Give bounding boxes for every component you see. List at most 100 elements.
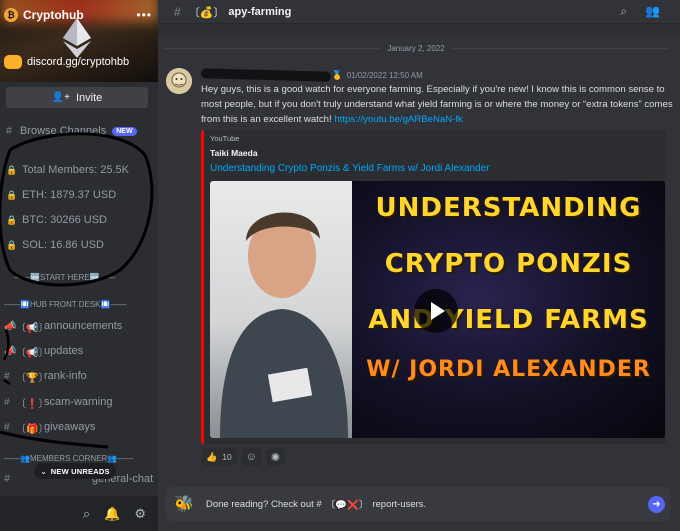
hashtag-icon: #	[4, 473, 11, 485]
stat-channel-eth[interactable]: 🔒 ETH: 1879.37 USD	[6, 187, 116, 203]
separator-line	[450, 47, 668, 49]
play-icon	[431, 302, 445, 320]
add-reaction-button[interactable]: ☺	[240, 448, 262, 466]
stat-label: SOL: 16.86 USD	[22, 239, 104, 251]
arrow-right-icon: ➜	[652, 499, 661, 510]
thumbnail-line-1: UNDERSTANDING	[375, 193, 642, 223]
channel-giveaways[interactable]: # 〔🎁〕 giveaways	[4, 418, 154, 436]
stat-channel-members[interactable]: 🔒 Total Members: 25.5K	[6, 162, 129, 178]
server-menu-icon[interactable]: •••	[136, 8, 152, 22]
youtube-embed: YouTube Taiki Maeda Understanding Crypto…	[201, 130, 666, 444]
super-reaction-icon: ✺	[270, 451, 281, 464]
channel-emoji: 〔💬❌〕	[325, 500, 369, 511]
browse-channels[interactable]: # Browse Channels NEW	[6, 123, 152, 139]
channel-label: scam-warning	[44, 396, 113, 408]
new-badge: NEW	[112, 126, 137, 136]
thumbnail-line-3: AND YIELD FARMS	[368, 305, 649, 335]
separator-line	[164, 47, 382, 49]
bell-icon[interactable]: 🔔	[104, 506, 120, 522]
lock-icon: 🔒	[6, 239, 18, 250]
header-actions: ⌕ 👥	[620, 4, 660, 19]
reaction-count: 10	[222, 452, 232, 462]
stat-channel-sol[interactable]: 🔒 SOL: 16.86 USD	[6, 237, 104, 253]
channel-announcements[interactable]: 📣 〔📢〕 announcements	[4, 317, 154, 335]
new-unreads-label: NEW UNREADS	[50, 466, 110, 476]
category-start-here[interactable]: ——🆕START HERE🆕——	[14, 271, 116, 283]
server-banner[interactable]: ₿ Cryptohub ••• discord.gg/cryptohbb	[0, 0, 158, 82]
category-hub-front-desk[interactable]: ——🛄HUB FRONT DESK🛄——	[4, 298, 126, 310]
chat-area: # 〔💰〕 apy-farming ⌕ 👥 January 2, 2022 yo…	[158, 0, 680, 531]
redacted-username[interactable]	[200, 68, 332, 82]
invite-label: Invite	[76, 91, 103, 104]
invite-button[interactable]: 👤+ Invite	[6, 87, 148, 108]
channel-sidebar: ₿ Cryptohub ••• discord.gg/cryptohbb 👤+ …	[0, 0, 158, 531]
composer-prompt: Done reading? Check out # 〔💬❌〕 report-us…	[206, 497, 426, 512]
composer-channel-link[interactable]: report-users.	[372, 499, 426, 510]
channel-label: rank-info	[44, 370, 87, 382]
channel-label: giveaways	[44, 421, 96, 433]
add-super-reaction-button[interactable]: ✺	[265, 448, 286, 466]
lock-icon: 🔒	[6, 164, 18, 175]
browse-channels-label: Browse Channels	[20, 125, 107, 137]
embed-author[interactable]: Taiki Maeda	[210, 148, 258, 158]
video-thumbnail[interactable]: UNDERSTANDING CRYPTO PONZIS AND YIELD FA…	[210, 181, 665, 438]
lock-icon: 🔒	[6, 214, 18, 225]
thumbnail-line-4: W/ JORDI ALEXANDER	[366, 357, 651, 382]
channel-emoji: 〔🎁〕	[16, 423, 49, 435]
channel-emoji: 〔🏆〕	[16, 372, 49, 384]
channel-emoji: 〔❗〕	[16, 398, 49, 410]
message-composer[interactable]: 🐝 Done reading? Check out # 〔💬❌〕 report-…	[166, 487, 671, 521]
role-badge-icon: 🥇	[331, 69, 343, 80]
user-toolbar: ⌕ 🔔 ⚙	[0, 496, 158, 531]
presenter-photo	[210, 181, 352, 438]
avatar[interactable]	[166, 68, 192, 94]
embed-provider: YouTube	[210, 134, 240, 143]
discord-link-text: discord.gg/cryptohbb	[27, 56, 130, 68]
message-header: you 🥇 01/02/2022 12:50 AM	[200, 68, 423, 82]
search-user-icon[interactable]: ⌕	[83, 506, 90, 522]
channel-emoji: 〔📢〕	[16, 322, 49, 334]
announcement-channel-icon: 📣	[4, 320, 17, 332]
message-content: Hey guys, this is a good watch for every…	[201, 82, 676, 127]
presenter-figure-icon	[220, 212, 348, 438]
channel-updates[interactable]: 📣 〔📢〕 updates	[4, 342, 154, 360]
play-button[interactable]	[414, 289, 458, 333]
channel-scam-warning[interactable]: # 〔❗〕 scam-warning	[4, 393, 154, 411]
stat-channel-btc[interactable]: 🔒 BTC: 30266 USD	[6, 212, 107, 228]
lock-icon: 🔒	[6, 189, 18, 200]
new-unreads-pill[interactable]: ⌄ NEW UNREADS	[34, 463, 116, 479]
channel-title: apy-farming	[228, 5, 292, 18]
chevron-down-icon: ⌄	[40, 466, 47, 476]
gear-icon[interactable]: ⚙	[134, 506, 146, 522]
date-label: January 2, 2022	[387, 43, 445, 53]
thumbnail-line-2: CRYPTO PONZIS	[384, 249, 633, 279]
hashtag-grid-icon: #	[6, 125, 13, 137]
send-button[interactable]: ➜	[648, 496, 665, 513]
stat-label: ETH: 1879.37 USD	[22, 189, 117, 201]
bot-mascot-icon: 🐝	[174, 496, 194, 513]
channel-emoji: 〔📢〕	[16, 347, 49, 359]
members-icon[interactable]: 👥	[645, 4, 660, 19]
channel-header: # 〔💰〕 apy-farming ⌕ 👥	[158, 0, 680, 24]
discord-invite-link: discord.gg/cryptohbb	[4, 55, 129, 69]
hashtag-icon: #	[4, 396, 10, 408]
hashtag-icon: #	[4, 421, 10, 433]
hashtag-icon: #	[4, 370, 10, 382]
stat-label: Total Members: 25.5K	[22, 164, 129, 176]
channel-rank-info[interactable]: # 〔🏆〕 rank-info	[4, 367, 154, 385]
reaction-thumbs-up[interactable]: 👍 10	[201, 448, 237, 466]
announcement-channel-icon: 📣	[4, 345, 17, 357]
embed-title-link[interactable]: Understanding Crypto Ponzis & Yield Farm…	[210, 163, 490, 174]
previous-message-stub	[158, 24, 680, 38]
channel-label: updates	[44, 345, 84, 357]
message-timestamp: 01/02/2022 12:50 AM	[346, 70, 423, 80]
ethereum-logo-icon	[63, 18, 91, 58]
stat-label: BTC: 30266 USD	[22, 214, 107, 226]
add-reaction-icon: ☺	[245, 451, 257, 463]
message-link[interactable]: https://youtu.be/gARBeNaN-fk	[334, 114, 463, 125]
add-user-icon: 👤+	[51, 92, 70, 103]
server-logo-icon: ₿	[4, 8, 18, 22]
search-icon[interactable]: ⌕	[620, 4, 627, 19]
date-separator: January 2, 2022	[164, 42, 668, 54]
channel-label: announcements	[44, 320, 123, 332]
